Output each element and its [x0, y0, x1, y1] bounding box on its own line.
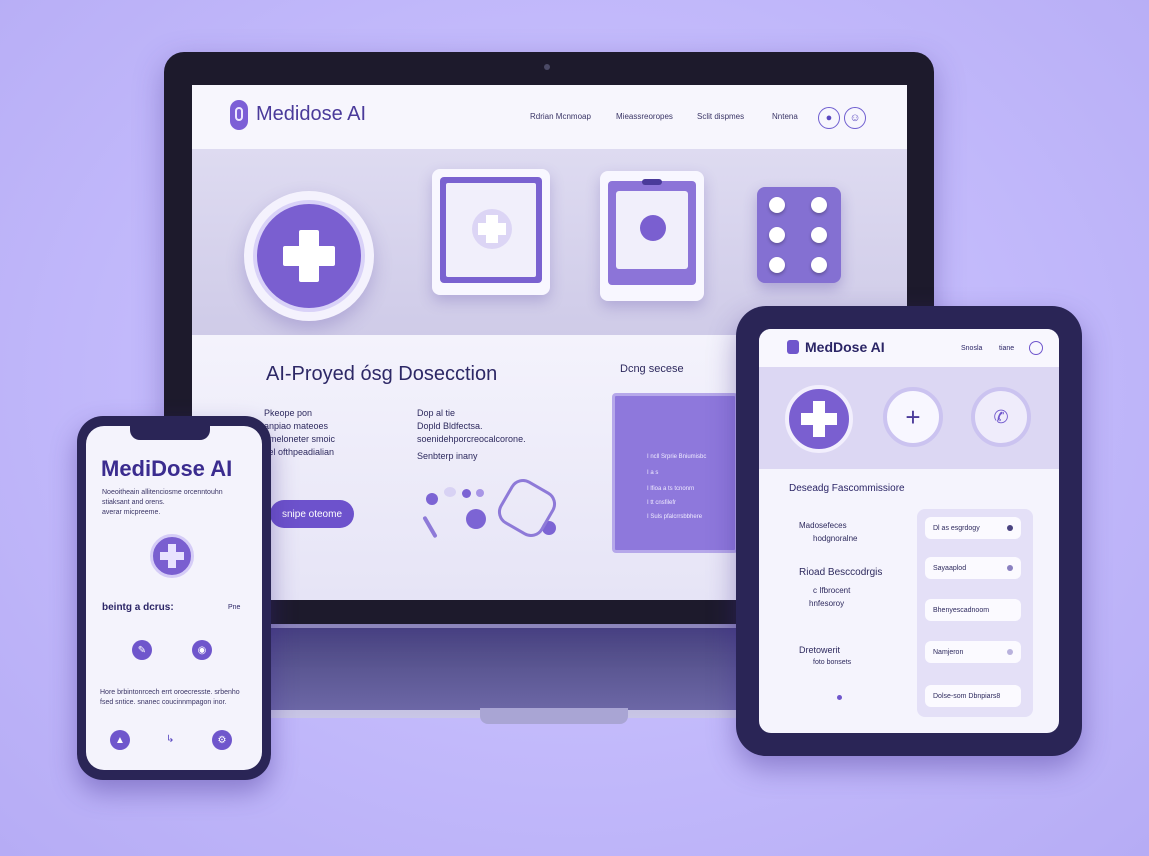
bell-icon[interactable]: ◉ [192, 640, 212, 660]
lock-icon[interactable]: ● [818, 107, 840, 129]
intro-line: averar micpreeme. [102, 509, 161, 516]
phone-footer-text: Hore brbintonrcech errt oroecresste. srb… [100, 688, 240, 708]
panel-line: I tt cnsfilefr [647, 500, 677, 506]
status-dot [1007, 565, 1013, 571]
row-title: Madosefeces [799, 521, 847, 530]
feature-line: ameloneter smoic [264, 434, 336, 444]
chart-icon[interactable]: ↳ [166, 734, 174, 745]
plus-icon [472, 209, 512, 249]
device-card-tablet[interactable] [600, 171, 704, 301]
user-icon[interactable]: ☺ [844, 107, 866, 129]
plus-icon[interactable]: + [883, 387, 943, 447]
schedule-row[interactable]: Madosefeces hodgnoralne [799, 521, 857, 543]
feature-line: anpiao mateoes [264, 421, 329, 431]
logo-icon [787, 340, 799, 354]
row-subtitle: hnfesoroy [809, 599, 845, 608]
chip-label: Bhenyescadnoom [933, 606, 990, 614]
tablet-header: MedDose AI Snosla tiane [759, 329, 1059, 367]
phone-notch [130, 424, 210, 440]
row-subtitle: foto bonsets [813, 659, 852, 666]
tablet-brand[interactable]: MedDose AI [805, 339, 885, 355]
footer-line: Hore brbintonrcech errt oroecresste. srb… [100, 689, 240, 696]
cta-button[interactable]: snipe oteome [270, 500, 354, 528]
menu-icon[interactable] [1029, 341, 1043, 355]
tablet-nav-link-1[interactable]: Snosla [961, 345, 982, 352]
tablet-hero: + ✆ [759, 367, 1059, 469]
phone-section-link[interactable]: Pne [228, 604, 240, 611]
row-subtitle: c Ifbrocent [813, 586, 851, 595]
panel-line: I ncll Srprie Bniumisbc [647, 454, 707, 460]
nav-link-1[interactable]: Rdrian Mcnmoap [530, 112, 591, 121]
feature-line: Dopld Bldfectsa. [417, 421, 483, 431]
top-nav: Medidose AI Rdrian Mcnmoap Mieassreorope… [192, 85, 907, 149]
panel-line: I a s [647, 470, 659, 476]
schedule-row[interactable]: Dretowerit foto bonsets [799, 645, 851, 666]
nav-link-2[interactable]: Mieassreoropes [616, 112, 673, 121]
tablet-screen: MedDose AI Snosla tiane + ✆ Deseadg Fasc… [759, 329, 1059, 733]
row-title: Rioad Besccodrgis [799, 567, 883, 578]
brand-title[interactable]: Medidose AI [256, 103, 366, 126]
feature-column-1: Pkeope pon anpiao mateoes ameloneter smo… [264, 407, 335, 459]
reminder-chip[interactable]: Sayaaplod [925, 557, 1021, 579]
phone-add-button[interactable] [150, 534, 194, 578]
home-icon[interactable]: ▲ [110, 730, 130, 750]
footer-line: fsed sntice. snanec coucinnmpagon inor. [100, 699, 227, 706]
logo-icon [230, 100, 248, 130]
plus-icon [253, 200, 365, 312]
feature-line: Senbterp inany [417, 451, 478, 461]
chip-label: Namjeron [933, 648, 964, 656]
intro-line: stiaksant and orens. [102, 499, 165, 506]
reminder-chip[interactable]: Dolse-som Dbnpiars8 [925, 685, 1021, 707]
phone-section-label: beintg a dcrus: [102, 602, 174, 613]
section-heading: Dcng secese [620, 363, 684, 375]
tablet-section-title: Deseadg Fascommissiore [789, 483, 905, 494]
status-dot [1007, 525, 1013, 531]
phone-intro: Noeoitheain allitenciosme orcenntouhn st… [102, 488, 223, 518]
feature-line: sel ofthpeadialian [264, 447, 335, 457]
feature-column-2: Dop al tie Dopld Bldfectsa. soenidehporc… [417, 407, 526, 463]
schedule-row[interactable]: Rioad Besccodrgis c Ifbrocent hnfesoroy [799, 567, 882, 608]
panel-line: I lfioa a ts tcnonrn [647, 486, 695, 492]
nav-link-4[interactable]: Nntena [772, 112, 798, 121]
phone-app-title: MediDose AI [101, 456, 233, 481]
camera-icon [544, 64, 550, 70]
pills-illustration-icon [422, 473, 572, 545]
edit-icon[interactable]: ✎ [132, 640, 152, 660]
status-dot [1007, 649, 1013, 655]
row-title: Dretowerit [799, 645, 841, 655]
feature-line: Dop al tie [417, 408, 456, 418]
intro-line: Noeoitheain allitenciosme orcenntouhn [102, 489, 223, 496]
pill-blister-icon [757, 187, 841, 283]
phone-screen: MediDose AI Noeoitheain allitenciosme or… [86, 426, 262, 770]
chip-label: Sayaaplod [933, 564, 967, 572]
reminder-chip[interactable]: Dl as esgrdogy [925, 517, 1021, 539]
phone-call-icon[interactable]: ✆ [971, 387, 1031, 447]
reminder-chip[interactable]: Bhenyescadnoom [925, 599, 1021, 621]
capsule-icon [640, 215, 666, 241]
laptop-trackpad-notch [480, 708, 628, 724]
dose-detail-panel: I ncll Srprie Bniumisbc I a s I lfioa a … [612, 393, 738, 553]
panel-line: I Suls pfalcrrsbbhere [647, 514, 703, 520]
settings-icon[interactable]: ⚙ [212, 730, 232, 750]
feature-line: soenidehporcreocalcorone. [417, 434, 526, 444]
pagination-dot[interactable] [837, 695, 842, 700]
chip-label: Dolse-som Dbnpiars8 [933, 692, 1001, 700]
nav-link-3[interactable]: Sclit dispmes [697, 112, 744, 121]
chip-label: Dl as esgrdogy [933, 524, 980, 532]
device-card-scanner[interactable] [432, 169, 550, 295]
add-dose-button[interactable] [785, 385, 853, 453]
tablet-nav-link-2[interactable]: tiane [999, 345, 1014, 352]
feature-line: Pkeope pon [264, 408, 313, 418]
page-title: AI-Proyed ósg Dosecction [266, 363, 498, 385]
reminder-chip[interactable]: Namjeron [925, 641, 1021, 663]
reminder-panel: Dl as esgrdogy Sayaaplod Bhenyescadnoom … [917, 509, 1033, 717]
row-subtitle: hodgnoralne [813, 534, 858, 543]
